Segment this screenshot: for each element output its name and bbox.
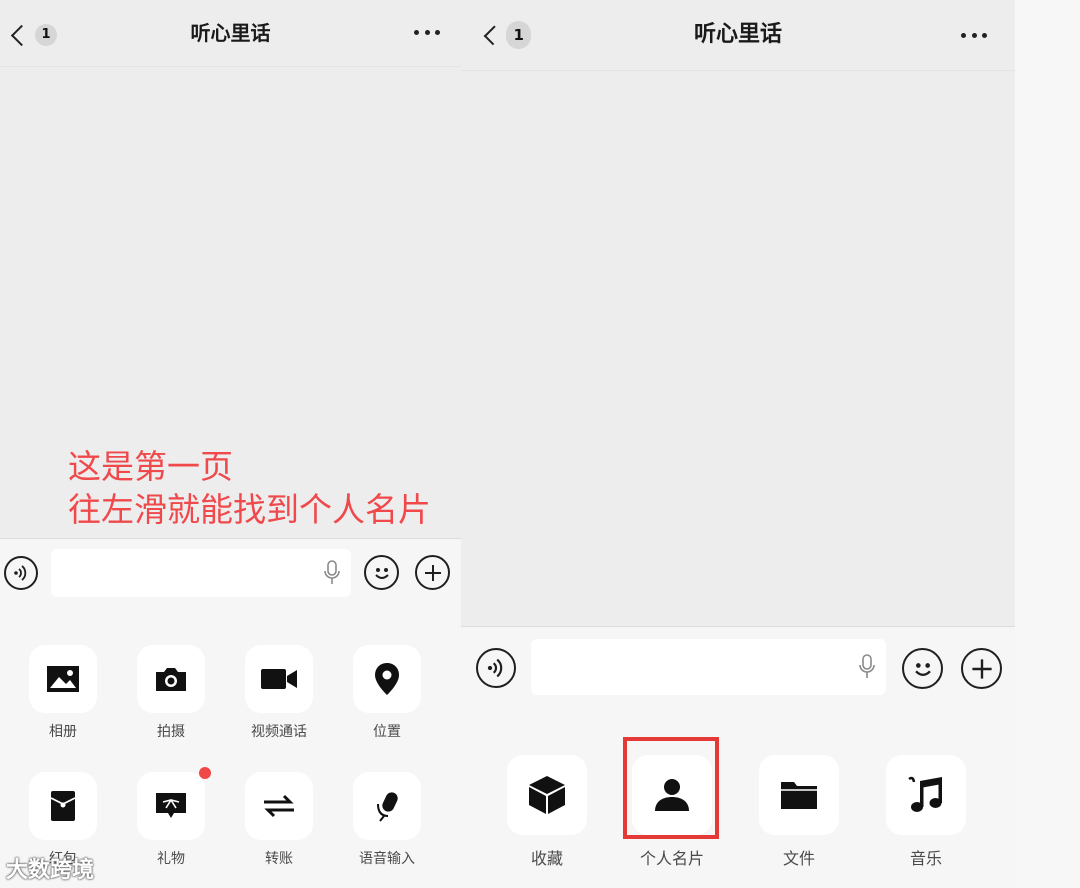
grid-item-camera[interactable]: 拍摄 bbox=[136, 645, 206, 741]
voice-mode-button[interactable] bbox=[476, 648, 516, 688]
tile-bg bbox=[759, 755, 839, 835]
grid-item-label: 收藏 bbox=[530, 849, 563, 868]
dot-icon bbox=[971, 33, 977, 38]
highlight-box bbox=[623, 737, 719, 839]
grid-item-location[interactable]: 位置 bbox=[352, 645, 422, 741]
plus-button[interactable] bbox=[961, 648, 1002, 689]
chat-title: 听心里话 bbox=[693, 22, 782, 47]
music-note-icon bbox=[908, 776, 942, 812]
dot-icon bbox=[982, 33, 987, 38]
plus-icon bbox=[971, 658, 992, 679]
video-call-icon bbox=[261, 669, 297, 689]
grid-item-label: 语音输入 bbox=[359, 851, 415, 867]
more-options-button[interactable] bbox=[961, 33, 987, 39]
voice-input-icon bbox=[377, 792, 398, 822]
grid-item-label: 相册 bbox=[49, 724, 77, 740]
tile-bg bbox=[245, 772, 313, 840]
annotation-line-2: 往左滑就能找到个人名片 bbox=[68, 490, 431, 529]
emoji-button[interactable] bbox=[902, 648, 943, 689]
message-input[interactable] bbox=[531, 639, 886, 695]
tile-bg bbox=[29, 645, 97, 713]
annotation-text: 这是第一页 往左滑就能找到个人名片 bbox=[68, 445, 431, 531]
nav-bar: 1 听心里话 bbox=[0, 0, 461, 67]
nav-bar: 1 听心里话 bbox=[461, 0, 1015, 71]
plus-icon bbox=[424, 564, 441, 581]
microphone-icon[interactable] bbox=[858, 653, 876, 681]
grid-item-label: 文件 bbox=[782, 849, 815, 868]
grid-item-voice-input[interactable]: 语音输入 bbox=[352, 772, 422, 868]
dot-icon bbox=[424, 30, 430, 35]
grid-item-label: 拍摄 bbox=[157, 724, 185, 740]
dot-icon bbox=[414, 30, 419, 35]
gift-icon bbox=[156, 793, 186, 818]
dot-icon bbox=[435, 30, 440, 35]
tile-bg bbox=[353, 772, 421, 840]
smiley-icon bbox=[374, 567, 389, 579]
tile-bg bbox=[245, 645, 313, 713]
grid-item-file[interactable]: 文件 bbox=[758, 755, 840, 869]
grid-item-video-call[interactable]: 视频通话 bbox=[244, 645, 314, 741]
grid-item-label: 位置 bbox=[373, 724, 401, 740]
right-screen: 1 听心里话 收藏 个人名片 文件 音乐 bbox=[461, 0, 1015, 888]
grid-item-gift[interactable]: 礼物 bbox=[136, 772, 206, 868]
grid-item-favorites[interactable]: 收藏 bbox=[506, 755, 588, 869]
notification-dot bbox=[199, 767, 211, 779]
sound-wave-icon bbox=[487, 658, 503, 678]
microphone-icon[interactable] bbox=[323, 559, 341, 587]
grid-item-transfer[interactable]: 转账 bbox=[244, 772, 314, 868]
tile-bg bbox=[353, 645, 421, 713]
location-pin-icon bbox=[375, 663, 399, 695]
input-bar bbox=[461, 626, 1015, 710]
input-bar bbox=[0, 538, 461, 608]
chat-title: 听心里话 bbox=[190, 21, 271, 45]
more-options-button[interactable] bbox=[414, 30, 440, 36]
smiley-icon bbox=[914, 662, 931, 676]
grid-item-label: 个人名片 bbox=[639, 849, 704, 868]
grid-item-album[interactable]: 相册 bbox=[28, 645, 98, 741]
tile-bg bbox=[137, 645, 205, 713]
folder-icon bbox=[781, 782, 817, 809]
transfer-icon bbox=[264, 794, 294, 818]
annotation-line-1: 这是第一页 bbox=[68, 447, 233, 486]
grid-item-label: 转账 bbox=[265, 851, 293, 867]
sound-wave-icon bbox=[14, 565, 27, 581]
left-screen: 1 听心里话 这是第一页 往左滑就能找到个人名片 相册 拍摄 视频通话 位置 红… bbox=[0, 0, 461, 888]
right-gutter bbox=[1015, 0, 1080, 888]
emoji-button[interactable] bbox=[364, 555, 399, 590]
dot-icon bbox=[961, 33, 966, 38]
voice-mode-button[interactable] bbox=[4, 556, 38, 590]
camera-icon bbox=[156, 668, 186, 691]
grid-item-music[interactable]: 音乐 bbox=[885, 755, 967, 869]
grid-item-label: 视频通话 bbox=[251, 724, 307, 740]
message-input[interactable] bbox=[51, 549, 351, 597]
grid-item-label: 礼物 bbox=[157, 851, 185, 867]
favorites-cube-icon bbox=[529, 776, 565, 814]
watermark-logo: 大数跨境 bbox=[6, 852, 94, 884]
watermark-text: 大数跨境 bbox=[6, 858, 95, 883]
plus-button[interactable] bbox=[415, 555, 450, 590]
more-panel-page-2: 收藏 个人名片 文件 音乐 bbox=[461, 709, 1015, 888]
grid-item-label: 音乐 bbox=[909, 849, 942, 868]
photo-album-icon bbox=[47, 666, 79, 692]
more-panel-page-1: 相册 拍摄 视频通话 位置 红包 礼物 转账 语音输入 bbox=[0, 607, 461, 888]
tile-bg bbox=[137, 772, 205, 840]
tile-bg bbox=[886, 755, 966, 835]
tile-bg bbox=[29, 772, 97, 840]
tile-bg bbox=[507, 755, 587, 835]
red-packet-icon bbox=[50, 791, 76, 821]
